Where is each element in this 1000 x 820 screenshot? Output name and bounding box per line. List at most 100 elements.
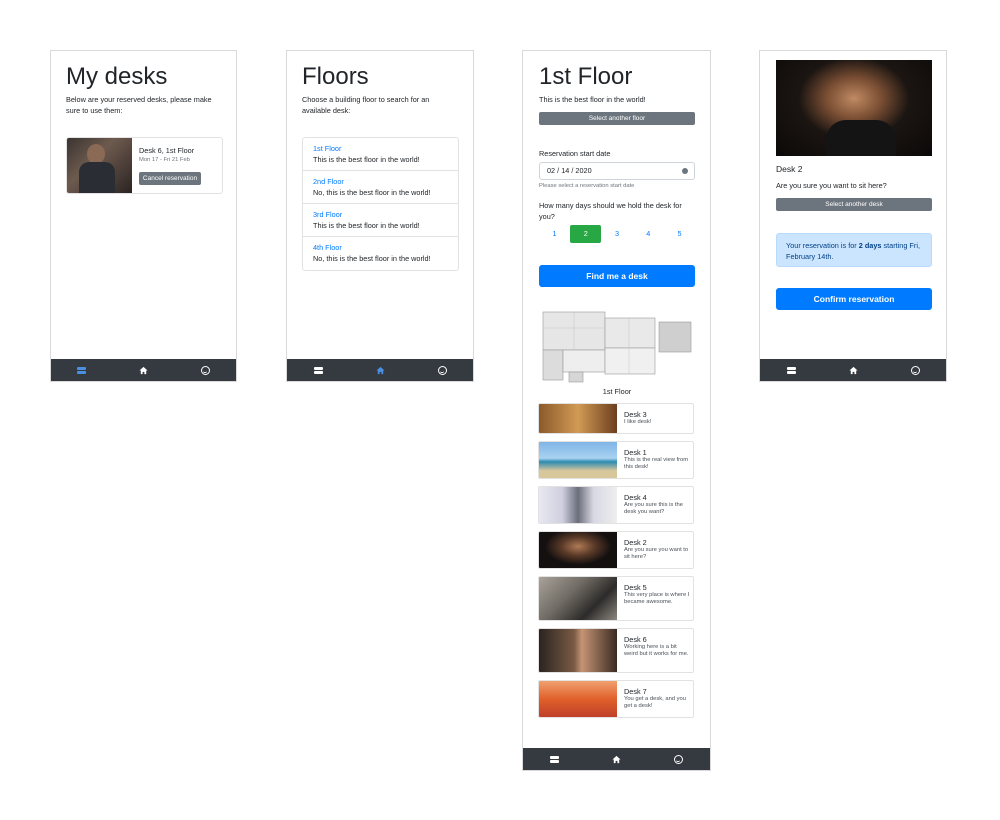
tab-bar xyxy=(51,359,236,381)
desk-name: Desk 7 xyxy=(624,687,647,696)
reservation-name: Desk 6, 1st Floor xyxy=(139,146,195,155)
tab-my-desks[interactable] xyxy=(298,359,338,381)
list-icon xyxy=(549,755,559,763)
floor-link[interactable]: 1st Floor xyxy=(313,143,448,154)
floor-plan-map xyxy=(542,311,692,383)
list-icon xyxy=(313,366,323,374)
reservation-date-input[interactable]: 02 / 14 / 2020 xyxy=(539,162,695,180)
page-title: 1st Floor xyxy=(539,63,633,90)
floor-link[interactable]: 4th Floor xyxy=(313,242,448,253)
desk-photo xyxy=(539,404,617,433)
tab-home[interactable] xyxy=(833,359,873,381)
day-option[interactable]: 5 xyxy=(664,225,695,243)
desk-description: Are you sure this is the desk you want? xyxy=(624,502,683,515)
desk-card[interactable]: Desk 3I like desk! xyxy=(538,403,694,434)
page-description: Below are your reserved desks, please ma… xyxy=(66,95,212,115)
desk-question: Are you sure you want to sit here? xyxy=(776,181,887,190)
desk-description: This very place is where I became awesom… xyxy=(624,592,690,605)
floor-item[interactable]: 3rd Floor This is the best floor in the … xyxy=(303,204,458,237)
page-title: Floors xyxy=(302,63,369,90)
find-desk-button[interactable]: Find me a desk xyxy=(539,265,695,287)
tab-profile[interactable] xyxy=(659,748,699,770)
desk-description: Working here is a bit weird but it works… xyxy=(624,644,689,657)
page-title: My desks xyxy=(66,63,168,90)
floor-detail-screen: 1st Floor This is the best floor in the … xyxy=(522,50,711,771)
tab-my-desks[interactable] xyxy=(534,748,574,770)
alert-days: 2 days xyxy=(858,241,882,250)
page-subtitle: This is the best floor in the world! xyxy=(539,95,646,104)
desk-name: Desk 1 xyxy=(624,448,647,457)
desk-card[interactable]: Desk 2 Are you sure you want to sit here? xyxy=(538,531,694,569)
tab-home[interactable] xyxy=(123,359,163,381)
clear-icon[interactable] xyxy=(682,168,688,174)
desk-photo xyxy=(539,532,617,568)
day-option[interactable]: 1 xyxy=(539,225,570,243)
desk-photo xyxy=(67,138,132,193)
alert-prefix: Your reservation is for xyxy=(786,241,859,250)
floor-item[interactable]: 1st Floor This is the best floor in the … xyxy=(303,138,458,171)
home-icon xyxy=(139,366,148,374)
tab-bar xyxy=(523,748,710,770)
confirm-reservation-button[interactable]: Confirm reservation xyxy=(776,288,932,310)
map-caption: 1st Floor xyxy=(602,387,632,396)
day-option-selected[interactable]: 2 xyxy=(570,225,602,243)
desk-card[interactable]: Desk 1 This is the real view from this de… xyxy=(538,441,694,479)
desk-card[interactable]: Desk 7 You get a desk, and you get a desk… xyxy=(538,680,694,718)
tab-bar xyxy=(287,359,473,381)
desk-card[interactable]: Desk 6 Working here is a bit weird but it… xyxy=(538,628,694,673)
date-help-text: Please select a reservation start date xyxy=(539,183,635,189)
desk-name: Desk 2 xyxy=(776,164,803,174)
home-icon xyxy=(375,366,385,374)
desk-description: This is the real view from this desk! xyxy=(624,457,689,470)
desk-photo xyxy=(776,60,932,156)
tab-bar xyxy=(760,359,946,381)
page-description: Choose a building floor to search for an… xyxy=(302,95,430,115)
smiley-icon xyxy=(674,754,684,764)
tab-home[interactable] xyxy=(360,359,400,381)
tab-my-desks[interactable] xyxy=(771,359,811,381)
tab-profile[interactable] xyxy=(895,359,935,381)
desk-name: Desk 6 xyxy=(624,635,647,644)
desk-photo xyxy=(539,577,617,620)
floor-description: No, this is the best floor in the world! xyxy=(313,254,431,263)
desk-description: Are you sure you want to sit here? xyxy=(624,547,689,560)
floor-description: This is the best floor in the world! xyxy=(313,221,420,230)
desk-photo xyxy=(539,487,617,523)
tab-home[interactable] xyxy=(596,748,636,770)
floor-item[interactable]: 2nd Floor No, this is the best floor in … xyxy=(303,171,458,204)
smiley-icon xyxy=(910,365,920,375)
reservation-dates: Mon 17 - Fri 21 Feb xyxy=(139,157,190,163)
smiley-icon xyxy=(200,365,210,375)
tab-my-desks[interactable] xyxy=(62,359,102,381)
desk-name: Desk 2 xyxy=(624,538,647,547)
reservation-card: Desk 6, 1st Floor Mon 17 - Fri 21 Feb Ca… xyxy=(66,137,223,194)
floor-link[interactable]: 3rd Floor xyxy=(313,209,448,220)
floor-link[interactable]: 2nd Floor xyxy=(313,176,448,187)
tab-profile[interactable] xyxy=(185,359,225,381)
day-option[interactable]: 4 xyxy=(633,225,664,243)
floor-list: 1st Floor This is the best floor in the … xyxy=(302,137,459,271)
day-option[interactable]: 3 xyxy=(602,225,633,243)
desk-detail-screen: Desk 2 Are you sure you want to sit here… xyxy=(759,50,947,382)
days-selector: 1 2 3 4 5 xyxy=(539,225,695,243)
my-desks-screen: My desks Below are your reserved desks, … xyxy=(50,50,237,382)
floor-item[interactable]: 4th Floor No, this is the best floor in … xyxy=(303,237,458,270)
desk-photo xyxy=(539,442,617,478)
desk-photo xyxy=(539,629,617,672)
floor-description: This is the best floor in the world! xyxy=(313,155,420,164)
desk-description: I like desk! xyxy=(624,419,652,425)
date-label: Reservation start date xyxy=(539,149,611,158)
desk-name: Desk 5 xyxy=(624,583,647,592)
desk-card[interactable]: Desk 4 Are you sure this is the desk you … xyxy=(538,486,694,524)
desk-card[interactable]: Desk 5 This very place is where I became … xyxy=(538,576,694,621)
select-another-floor-button[interactable]: Select another floor xyxy=(539,112,695,125)
home-icon xyxy=(848,366,858,374)
select-another-desk-button[interactable]: Select another desk xyxy=(776,198,932,211)
tab-profile[interactable] xyxy=(422,359,462,381)
desk-name: Desk 3 xyxy=(624,410,647,419)
desk-description: You get a desk, and you get a desk! xyxy=(624,696,686,709)
days-question: How many days should we hold the desk fo… xyxy=(539,201,682,221)
smiley-icon xyxy=(437,365,447,375)
date-value: 02 / 14 / 2020 xyxy=(547,166,592,175)
cancel-reservation-button[interactable]: Cancel reservation xyxy=(139,172,201,185)
